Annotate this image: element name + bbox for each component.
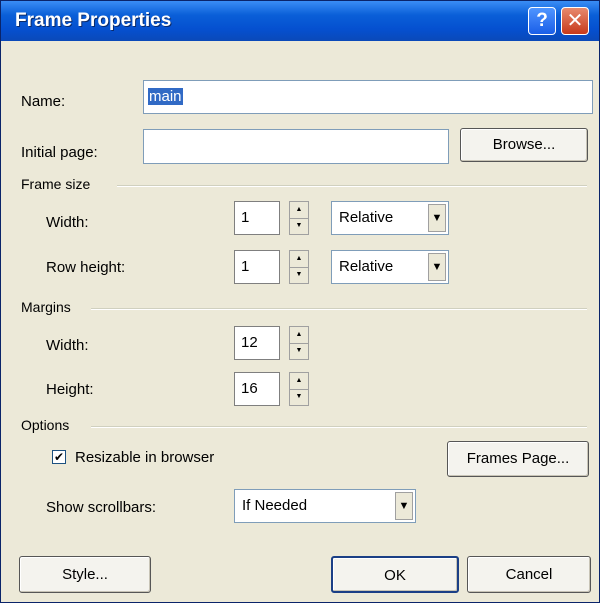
options-divider bbox=[91, 426, 587, 428]
chevron-down-icon[interactable]: ▼ bbox=[428, 204, 446, 232]
name-value: main bbox=[148, 88, 183, 105]
spin-up-icon[interactable]: ▲ bbox=[290, 251, 308, 268]
spin-up-icon[interactable]: ▲ bbox=[290, 202, 308, 219]
frame-width-unit-select[interactable]: Relative ▼ bbox=[331, 201, 449, 235]
frame-width-unit-value: Relative bbox=[339, 209, 394, 226]
name-field[interactable]: main bbox=[143, 80, 593, 114]
ok-button[interactable]: OK bbox=[331, 556, 459, 593]
initial-page-field[interactable] bbox=[143, 129, 449, 164]
resizable-checkbox[interactable]: ✔ bbox=[52, 450, 66, 464]
help-icon: ? bbox=[536, 10, 548, 31]
browse-button-label: Browse... bbox=[492, 136, 556, 153]
margin-width-label: Width: bbox=[46, 337, 89, 354]
browse-button[interactable]: Browse... bbox=[460, 128, 588, 162]
style-button[interactable]: Style... bbox=[19, 556, 151, 593]
close-button[interactable]: ✕ bbox=[561, 7, 589, 35]
margin-height-value: 16 bbox=[241, 380, 258, 397]
row-height-value: 1 bbox=[241, 258, 250, 275]
cancel-button[interactable]: Cancel bbox=[467, 556, 591, 593]
spin-down-icon[interactable]: ▼ bbox=[290, 218, 308, 234]
dialog-title: Frame Properties bbox=[15, 10, 172, 31]
frame-properties-dialog: Frame Properties ? ✕ Name: main Initial … bbox=[0, 0, 600, 603]
style-button-label: Style... bbox=[62, 566, 108, 583]
row-height-field[interactable]: 1 bbox=[234, 250, 280, 284]
margin-height-field[interactable]: 16 bbox=[234, 372, 280, 406]
name-label: Name: bbox=[21, 93, 66, 110]
row-height-unit-select[interactable]: Relative ▼ bbox=[331, 250, 449, 284]
options-heading: Options bbox=[21, 417, 70, 433]
frame-size-heading: Frame size bbox=[21, 176, 91, 192]
row-height-unit-value: Relative bbox=[339, 258, 394, 275]
check-icon: ✔ bbox=[53, 450, 65, 464]
resizable-label[interactable]: Resizable in browser bbox=[75, 449, 214, 466]
close-icon: ✕ bbox=[566, 10, 584, 32]
show-scrollbars-select[interactable]: If Needed ▼ bbox=[234, 489, 416, 523]
spin-up-icon[interactable]: ▲ bbox=[290, 327, 308, 344]
row-height-label: Row height: bbox=[46, 259, 126, 276]
spin-down-icon[interactable]: ▼ bbox=[290, 389, 308, 405]
chevron-down-icon[interactable]: ▼ bbox=[395, 492, 413, 520]
frames-page-button-label: Frames Page... bbox=[466, 450, 570, 467]
show-scrollbars-label: Show scrollbars: bbox=[46, 499, 157, 516]
margin-width-spinner[interactable]: ▲ ▼ bbox=[289, 326, 309, 360]
frame-width-value: 1 bbox=[241, 209, 250, 226]
frames-page-button[interactable]: Frames Page... bbox=[447, 441, 589, 477]
spin-up-icon[interactable]: ▲ bbox=[290, 373, 308, 390]
cancel-button-label: Cancel bbox=[505, 566, 553, 583]
frame-width-field[interactable]: 1 bbox=[234, 201, 280, 235]
ok-button-label: OK bbox=[384, 567, 406, 584]
margin-width-value: 12 bbox=[241, 334, 258, 351]
margin-height-label: Height: bbox=[46, 381, 94, 398]
margin-height-spinner[interactable]: ▲ ▼ bbox=[289, 372, 309, 406]
spin-down-icon[interactable]: ▼ bbox=[290, 343, 308, 359]
initial-page-label: Initial page: bbox=[21, 144, 98, 161]
frame-width-label: Width: bbox=[46, 214, 89, 231]
margins-heading: Margins bbox=[21, 299, 71, 315]
help-button[interactable]: ? bbox=[528, 7, 556, 35]
title-bar[interactable]: Frame Properties ? ✕ bbox=[1, 1, 599, 41]
spin-down-icon[interactable]: ▼ bbox=[290, 267, 308, 283]
frame-size-divider bbox=[117, 185, 587, 187]
margin-width-field[interactable]: 12 bbox=[234, 326, 280, 360]
margins-divider bbox=[91, 308, 587, 310]
chevron-down-icon[interactable]: ▼ bbox=[428, 253, 446, 281]
row-height-spinner[interactable]: ▲ ▼ bbox=[289, 250, 309, 284]
show-scrollbars-value: If Needed bbox=[242, 497, 308, 514]
frame-width-spinner[interactable]: ▲ ▼ bbox=[289, 201, 309, 235]
